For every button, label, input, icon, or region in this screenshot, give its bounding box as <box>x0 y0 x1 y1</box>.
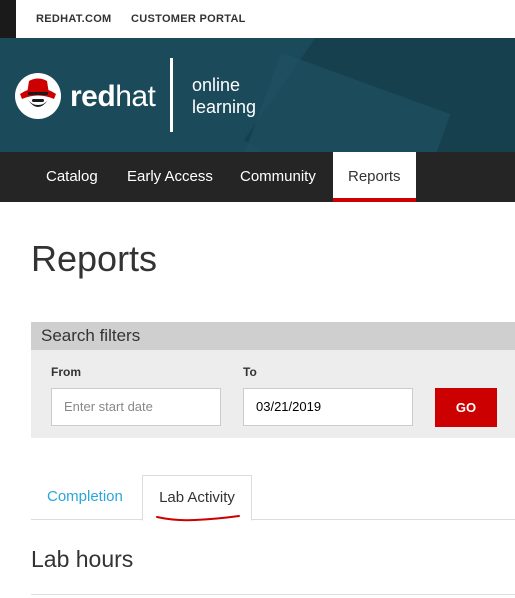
search-filters-heading: Search filters <box>31 322 515 350</box>
nav-item-catalog[interactable]: Catalog <box>46 152 98 202</box>
customer-portal-link[interactable]: CUSTOMER PORTAL <box>131 13 246 25</box>
page-title: Reports <box>31 238 158 279</box>
site-header-banner: redhat online learning <box>0 38 515 152</box>
red-underline-annotation <box>156 515 240 522</box>
utility-bar: REDHAT.COM CUSTOMER PORTAL <box>16 0 515 38</box>
from-label: From <box>51 365 81 379</box>
report-tabs: Completion Lab Activity <box>31 475 515 521</box>
nav-item-community[interactable]: Community <box>240 152 316 202</box>
brand-divider <box>170 58 173 132</box>
section-divider <box>31 594 515 595</box>
redhat-wordmark[interactable]: redhat <box>70 80 156 114</box>
search-filters-panel: Search filters From To GO <box>31 322 515 438</box>
start-date-input[interactable] <box>51 388 221 426</box>
online-learning-label: online learning <box>192 75 257 117</box>
go-button[interactable]: GO <box>435 388 497 427</box>
end-date-input[interactable] <box>243 388 413 426</box>
nav-item-reports[interactable]: Reports <box>333 152 416 202</box>
shadowman-logo-icon[interactable] <box>14 72 62 120</box>
redhat-com-link[interactable]: REDHAT.COM <box>36 13 112 25</box>
left-edge-bar <box>0 0 16 38</box>
nav-item-early-access[interactable]: Early Access <box>127 152 213 202</box>
tab-completion[interactable]: Completion <box>47 475 123 519</box>
main-nav: Catalog Early Access Community Reports <box>0 152 515 202</box>
section-heading: Lab hours <box>31 546 134 572</box>
to-label: To <box>243 365 257 379</box>
